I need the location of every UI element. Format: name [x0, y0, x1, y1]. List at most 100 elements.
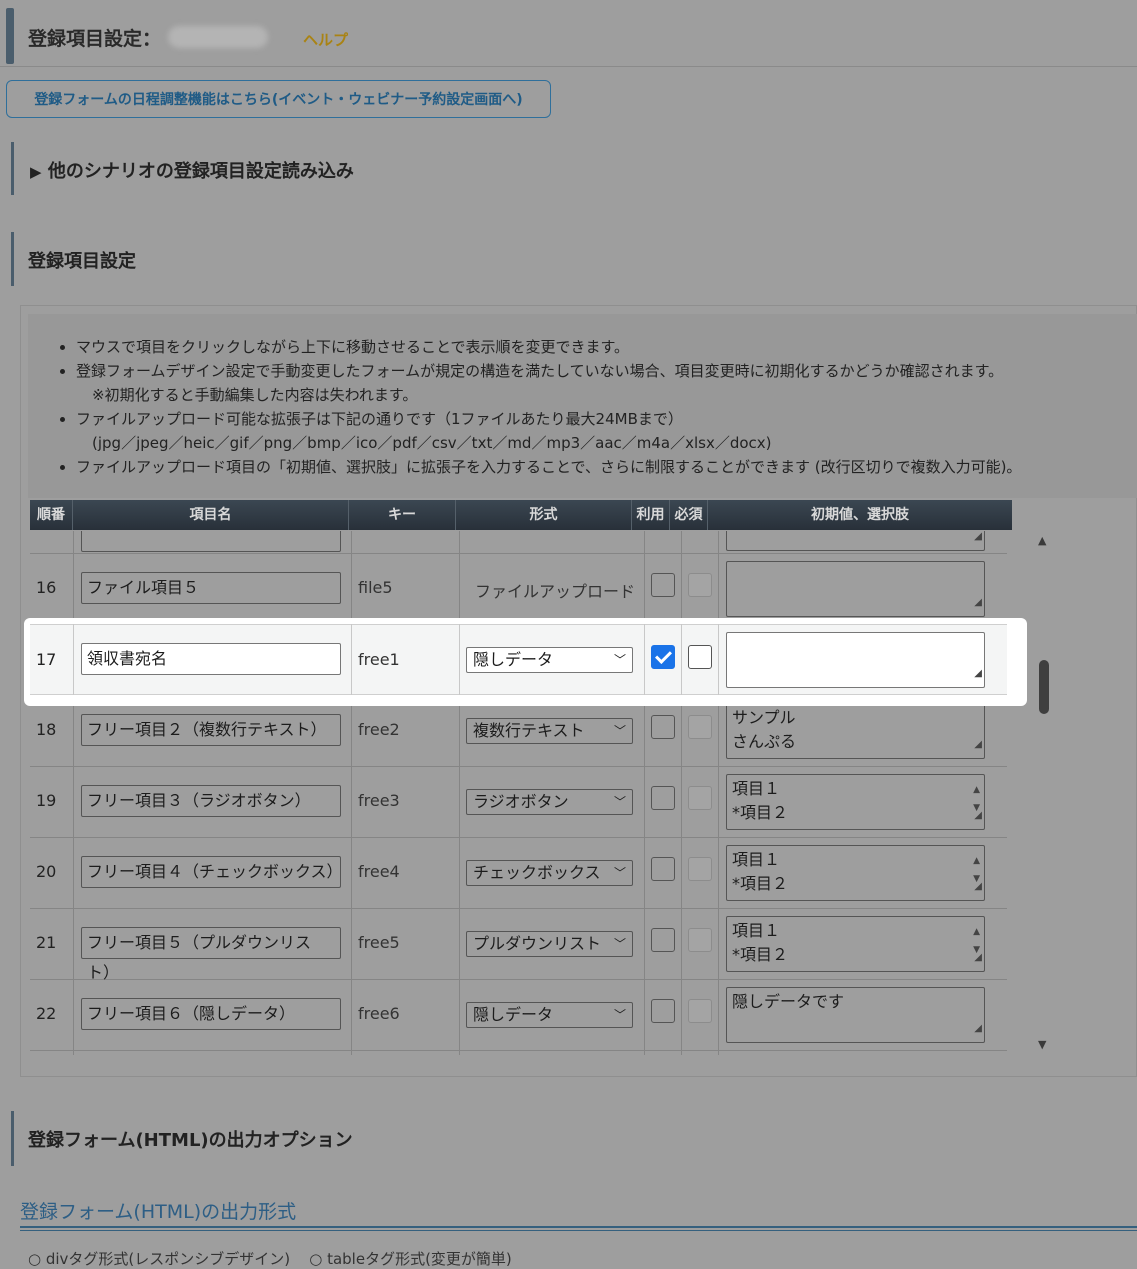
row-order: 19 [36, 791, 57, 810]
note-subitem: ※初期化すると手動編集した内容は失われます。 [92, 386, 418, 404]
notes-list: マウスで項目をクリックしながら上下に移動させることで表示順を変更できます。 登録… [52, 335, 1021, 479]
load-section-bar [11, 142, 14, 195]
required-checkbox [688, 786, 712, 810]
item-name-input[interactable] [81, 531, 341, 552]
table-row[interactable]: 20 フリー項目４（チェックボックス） free4 チェックボックス ﹀ 項目１ … [30, 838, 1007, 909]
required-checkbox [688, 928, 712, 952]
use-checkbox[interactable] [651, 786, 675, 810]
required-checkbox[interactable] [688, 645, 712, 669]
item-key: free6 [358, 1004, 400, 1023]
table-row[interactable]: 19 フリー項目３（ラジオボタン） free3 ラジオボタン ﹀ 項目１ *項目２… [30, 767, 1007, 838]
options-textarea[interactable]: 隠しデータです ◢ [726, 987, 985, 1043]
table-row[interactable]: 21 フリー項目５（プルダウンリスト） free5 プルダウンリスト ﹀ 項目１ … [30, 909, 1007, 982]
radio-label: tableタグ形式(変更が簡単) [327, 1250, 512, 1268]
format-select-value: プルダウンリスト [473, 934, 602, 953]
textarea-scroll-down-icon[interactable]: ▼ [973, 938, 980, 962]
output-section-title: 登録フォーム(HTML)の出力オプション [28, 1130, 353, 1151]
resize-grip-icon[interactable]: ◢ [974, 591, 982, 615]
required-checkbox [688, 999, 712, 1023]
item-key: file5 [358, 578, 393, 597]
format-select[interactable]: 複数行テキスト ﹀ [466, 718, 633, 744]
item-name-input[interactable]: フリー項目４（チェックボックス） [81, 856, 343, 888]
table-row[interactable]: ◢ ◢ [30, 531, 1007, 554]
format-select[interactable]: プルダウンリスト ﹀ [466, 931, 633, 957]
textarea-scroll-down-icon[interactable]: ▼ [973, 867, 980, 891]
use-checkbox[interactable] [651, 573, 675, 597]
options-textarea[interactable]: 項目１ *項目２ ◢ ▲ ▼ [726, 845, 985, 901]
resize-grip-icon[interactable]: ◢ [974, 1017, 982, 1041]
use-checkbox[interactable] [651, 928, 675, 952]
row-order: 22 [36, 1004, 57, 1023]
use-checkbox[interactable] [651, 645, 675, 669]
use-checkbox[interactable] [651, 999, 675, 1023]
divider [20, 1226, 1137, 1228]
table-row[interactable]: 16 ファイル項目５ file5 ファイルアップロード ◢ [30, 554, 1007, 625]
chevron-down-icon: ﹀ [613, 1008, 626, 1022]
item-name-input[interactable]: 領収書宛名 [81, 643, 341, 675]
options-textarea[interactable]: ◢ [726, 561, 985, 617]
format-select-value: チェックボックス [473, 863, 601, 882]
use-checkbox[interactable] [651, 857, 675, 881]
radio-label: divタグ形式(レスポンシブデザイン) [45, 1250, 291, 1268]
format-select-value: 隠しデータ [473, 1005, 554, 1024]
radio-table-format[interactable]: ○ tableタグ形式(変更が簡単) [309, 1250, 512, 1268]
item-name-input[interactable]: フリー項目６（隠しデータ） [81, 998, 341, 1030]
col-required: 必須 [670, 500, 708, 530]
format-select[interactable]: 隠しデータ ﹀ [466, 647, 633, 673]
item-key: free5 [358, 933, 400, 952]
options-textarea[interactable]: 項目１ *項目２ ◢ ▲ ▼ [726, 916, 985, 972]
note-item: マウスで項目をクリックしながら上下に移動させることで表示順を変更できます。 [76, 335, 1021, 359]
output-format-subtitle: 登録フォーム(HTML)の出力形式 [20, 1201, 297, 1223]
row-order: 21 [36, 933, 57, 952]
radio-div-format[interactable]: ○ divタグ形式(レスポンシブデザイン) [28, 1250, 290, 1268]
help-link[interactable]: ヘルプ [303, 29, 348, 50]
format-select[interactable]: ラジオボタン ﹀ [466, 789, 633, 815]
textarea-scroll-down-icon[interactable]: ▼ [973, 796, 980, 820]
item-name-input[interactable]: フリー項目２（複数行テキスト） [81, 714, 341, 746]
header-accent-bar [6, 8, 14, 64]
table-row[interactable]: 22 フリー項目６（隠しデータ） free6 隠しデータ ﹀ 隠しデータです ◢ [30, 980, 1007, 1051]
item-key: free3 [358, 791, 400, 810]
table-row[interactable]: 18 フリー項目２（複数行テキスト） free2 複数行テキスト ﹀ サンプル さ… [30, 696, 1007, 767]
table-header: 順番 項目名 キー 形式 利用 必須 初期値、選択肢 [30, 500, 1012, 530]
format-select[interactable]: 隠しデータ ﹀ [466, 1002, 633, 1028]
col-format: 形式 [456, 500, 632, 530]
schedule-settings-button[interactable]: 登録フォームの日程調整機能はこちら(イベント・ウェビナー予約設定画面へ) [6, 80, 551, 118]
options-textarea[interactable]: サンプル さんぷる ◢ [726, 703, 985, 759]
row-order: 16 [36, 578, 57, 597]
item-format: ファイルアップロード [475, 582, 636, 601]
format-select-value: ラジオボタン [473, 792, 569, 811]
options-textarea[interactable]: ◢ ◢ [726, 531, 985, 551]
note-item: 登録フォームデザイン設定で手動変更したフォームが規定の構造を満たしていない場合、… [76, 359, 1021, 383]
scrollbar-thumb[interactable] [1039, 660, 1049, 714]
expand-arrow-icon: ▶ [30, 163, 42, 181]
row-order: 18 [36, 720, 57, 739]
table-body: ◢ ◢ 16 ファイル項目５ file5 ファイルアップロード ◢ 18 フリー項… [30, 531, 1007, 1055]
format-select[interactable]: チェックボックス ﹀ [466, 860, 633, 886]
highlighted-row[interactable]: 17 領収書宛名 free1 隠しデータ ﹀ ◢ [24, 618, 1027, 706]
col-order: 順番 [30, 500, 73, 530]
scroll-up-icon[interactable]: ▲ [1038, 534, 1046, 547]
divider [20, 1230, 1137, 1231]
required-checkbox [688, 573, 712, 597]
item-key: free1 [358, 650, 400, 669]
options-textarea[interactable]: ◢ [726, 632, 985, 688]
scroll-down-icon[interactable]: ▼ [1038, 1038, 1046, 1051]
options-textarea[interactable]: 項目１ *項目２ ◢ ▲ ▼ [726, 774, 985, 830]
chevron-down-icon: ﹀ [613, 724, 626, 738]
table-scrollbar[interactable] [1036, 530, 1052, 1055]
item-name-input[interactable]: フリー項目５（プルダウンリスト） [81, 927, 341, 982]
row-order: 17 [36, 650, 57, 669]
item-name-input[interactable]: フリー項目３（ラジオボタン） [81, 785, 341, 817]
resize-grip-icon[interactable]: ◢ [974, 531, 982, 549]
use-checkbox[interactable] [651, 715, 675, 739]
col-key: キー [349, 500, 456, 530]
resize-grip-icon[interactable]: ◢ [974, 662, 982, 686]
chevron-down-icon: ﹀ [613, 866, 626, 880]
item-name-input[interactable]: ファイル項目５ [81, 572, 341, 604]
load-section-header[interactable]: ▶ 他のシナリオの登録項目設定読み込み [30, 157, 354, 183]
col-item-name: 項目名 [73, 500, 349, 530]
format-select-value: 隠しデータ [473, 650, 554, 669]
resize-grip-icon[interactable]: ◢ [974, 733, 982, 757]
note-item: ファイルアップロード項目の「初期値、選択肢」に拡張子を入力することで、さらに制限… [76, 455, 1021, 479]
